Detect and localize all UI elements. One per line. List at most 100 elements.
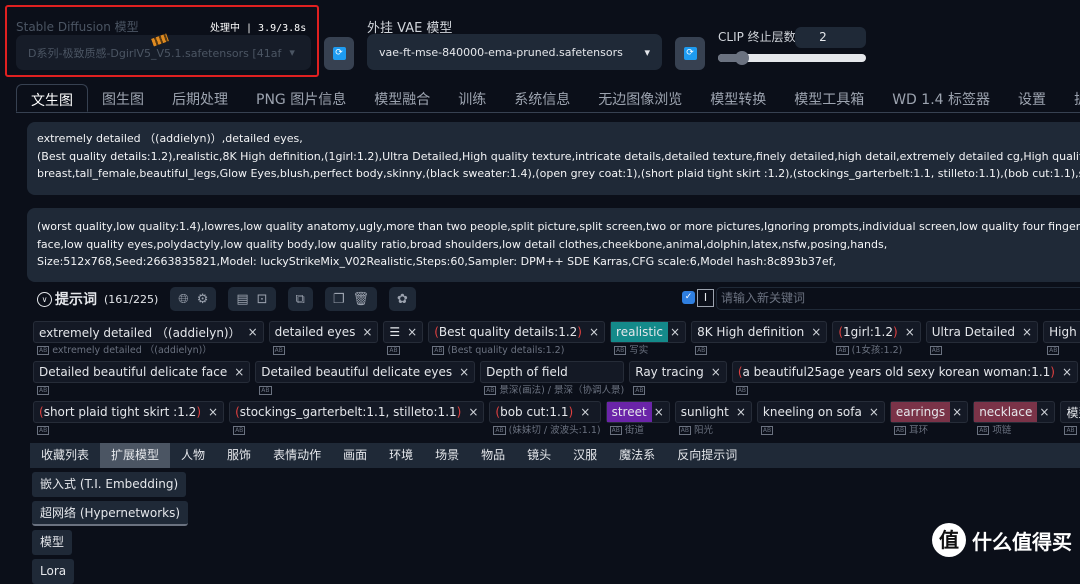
remove-tag-icon[interactable]: × <box>587 325 604 339</box>
tag-text[interactable]: (1girl:1.2) <box>833 322 902 342</box>
remove-tag-icon[interactable]: × <box>457 365 474 379</box>
tag-chip[interactable]: Detailed beautiful delicate face × <box>33 361 251 383</box>
tag-chip[interactable]: (Best quality details:1.2) × <box>428 321 606 343</box>
clip-number-input[interactable]: 2 <box>795 27 866 48</box>
tag-text[interactable]: Depth of field <box>481 362 573 382</box>
translate-icon[interactable]: AB <box>272 346 285 355</box>
tag-chip[interactable]: Ultra Detailed × <box>925 321 1039 343</box>
category-tab[interactable]: 物品 <box>470 443 516 468</box>
tab-6[interactable]: 系统信息 <box>500 84 584 112</box>
tag-chip[interactable]: Detailed beautiful delicate eyes × <box>255 361 476 383</box>
category-tab[interactable]: 镜头 <box>516 443 562 468</box>
remove-tag-icon[interactable]: × <box>950 405 967 419</box>
tab-0[interactable]: 文生图 <box>16 84 88 112</box>
remove-tag-icon[interactable]: × <box>206 405 223 419</box>
tab-10[interactable]: WD 1.4 标签器 <box>878 84 1004 112</box>
clip-slider[interactable] <box>718 51 866 65</box>
tag-text[interactable]: street <box>606 402 652 422</box>
translate-icon[interactable]: AB <box>1047 346 1060 355</box>
translate-icon[interactable]: AB <box>259 386 272 395</box>
remove-tag-icon[interactable]: × <box>578 405 595 419</box>
refresh-vae-button[interactable]: ⟳ <box>675 37 705 70</box>
gear-icon[interactable]: ⚙ <box>197 292 209 307</box>
tab-4[interactable]: 模型融合 <box>360 84 444 112</box>
remove-tag-icon[interactable]: × <box>466 405 483 419</box>
remove-tag-icon[interactable]: × <box>709 365 726 379</box>
category-tab[interactable]: 画面 <box>332 443 378 468</box>
vae-dropdown[interactable]: vae-ft-mse-840000-ema-pruned.safetensors… <box>367 34 662 70</box>
tab-2[interactable]: 后期处理 <box>158 84 242 112</box>
translate-icon[interactable]: AB <box>614 346 627 355</box>
category-tab[interactable]: 服饰 <box>216 443 262 468</box>
category-tab[interactable]: 环境 <box>378 443 424 468</box>
tag-text[interactable]: (bob cut:1.1) <box>490 402 578 422</box>
positive-prompt-textarea[interactable]: extremely detailed （(addielyn)）,detailed… <box>27 122 1080 195</box>
keyword-checkbox[interactable]: ✓ <box>682 291 695 304</box>
tag-chip[interactable]: (stockings_garterbelt:1.1, stilleto:1.1)… <box>229 401 485 423</box>
tag-text[interactable]: sunlight <box>676 402 734 422</box>
new-keyword-input[interactable]: 请输入新关键词 <box>716 287 1080 310</box>
remove-tag-icon[interactable]: × <box>1037 405 1054 419</box>
tag-text[interactable]: Ray tracing <box>630 362 709 382</box>
tag-chip[interactable]: 8K High definition × <box>691 321 828 343</box>
translate-icon[interactable]: AB <box>1064 426 1077 435</box>
tab-12[interactable]: 扩 <box>1060 84 1080 112</box>
tag-text[interactable]: (stockings_garterbelt:1.1, stilleto:1.1) <box>230 402 466 422</box>
copy-icon[interactable]: ❐ <box>333 292 345 307</box>
tag-chip[interactable]: street × <box>605 401 670 423</box>
remove-tag-icon[interactable]: × <box>1060 365 1077 379</box>
translate-icon[interactable]: AB <box>977 426 990 435</box>
extension-button[interactable]: 嵌入式 (T.I. Embedding) <box>32 472 187 497</box>
tag-chip[interactable]: (bob cut:1.1) × <box>489 401 601 423</box>
extension-button[interactable]: Lora <box>32 559 75 584</box>
remove-tag-icon[interactable]: × <box>405 325 422 339</box>
tag-text[interactable]: earrings <box>890 402 951 422</box>
tag-text[interactable]: detailed eyes <box>270 322 361 342</box>
remove-tag-icon[interactable]: × <box>809 325 826 339</box>
remove-tag-icon[interactable]: × <box>1020 325 1037 339</box>
translate-icon[interactable]: AB <box>484 386 497 395</box>
translate-icon[interactable]: AB <box>695 346 708 355</box>
translate-icon[interactable]: AB <box>929 346 942 355</box>
tag-chip[interactable]: detailed eyes × <box>268 321 379 343</box>
clip-slider-thumb[interactable] <box>735 51 750 65</box>
openai-icon[interactable]: ✿ <box>397 292 408 307</box>
tab-9[interactable]: 模型工具箱 <box>780 84 878 112</box>
tag-chip[interactable]: sunlight × <box>674 401 752 423</box>
translate-icon[interactable]: AB <box>387 346 400 355</box>
tab-1[interactable]: 图生图 <box>88 84 158 112</box>
tag-text[interactable]: Detailed beautiful delicate face <box>34 362 232 382</box>
category-tab[interactable]: 汉服 <box>562 443 608 468</box>
translate-icon[interactable]: AB <box>893 426 907 435</box>
tag-chip[interactable]: realistic × <box>610 321 687 343</box>
translate-icon[interactable]: ⧉ <box>296 292 305 307</box>
tag-text[interactable]: 模型 <box>1061 402 1080 422</box>
remove-tag-icon[interactable]: × <box>360 325 377 339</box>
text-cursor-icon[interactable]: I <box>697 289 714 307</box>
category-tab[interactable]: 表情动作 <box>262 443 332 468</box>
tag-text[interactable]: extremely detailed （(addielyn)） <box>34 322 246 342</box>
translate-icon[interactable]: AB <box>432 346 445 355</box>
remove-tag-icon[interactable]: × <box>867 405 884 419</box>
extension-button[interactable]: 超网络 (Hypernetworks) <box>32 501 189 526</box>
tag-chip[interactable]: ☰ × <box>383 321 424 343</box>
tab-5[interactable]: 训练 <box>444 84 500 112</box>
remove-tag-icon[interactable]: × <box>652 405 669 419</box>
tag-chip[interactable]: High quality texture× <box>1043 321 1080 343</box>
translate-icon[interactable]: AB <box>37 346 50 355</box>
tag-chip[interactable]: extremely detailed （(addielyn)） × <box>33 321 264 343</box>
translate-icon[interactable]: AB <box>633 386 646 395</box>
translate-icon[interactable]: AB <box>836 346 849 355</box>
translate-icon[interactable]: AB <box>37 426 50 435</box>
tag-chip[interactable]: Ray tracing × <box>629 361 727 383</box>
tag-text[interactable]: (a beautiful25age years old sexy korean … <box>733 362 1060 382</box>
category-tab[interactable]: 收藏列表 <box>30 443 100 468</box>
tag-text[interactable]: realistic <box>611 322 668 342</box>
tag-chip[interactable]: (1girl:1.2) × <box>832 321 921 343</box>
bookmark-icon[interactable]: ⊡ <box>257 292 268 307</box>
trash-icon[interactable]: 🗑︎ <box>353 292 370 307</box>
extension-button[interactable]: 模型 <box>32 530 73 555</box>
tab-11[interactable]: 设置 <box>1004 84 1060 112</box>
tag-chip[interactable]: Depth of field× <box>480 361 625 383</box>
tab-3[interactable]: PNG 图片信息 <box>242 84 360 112</box>
